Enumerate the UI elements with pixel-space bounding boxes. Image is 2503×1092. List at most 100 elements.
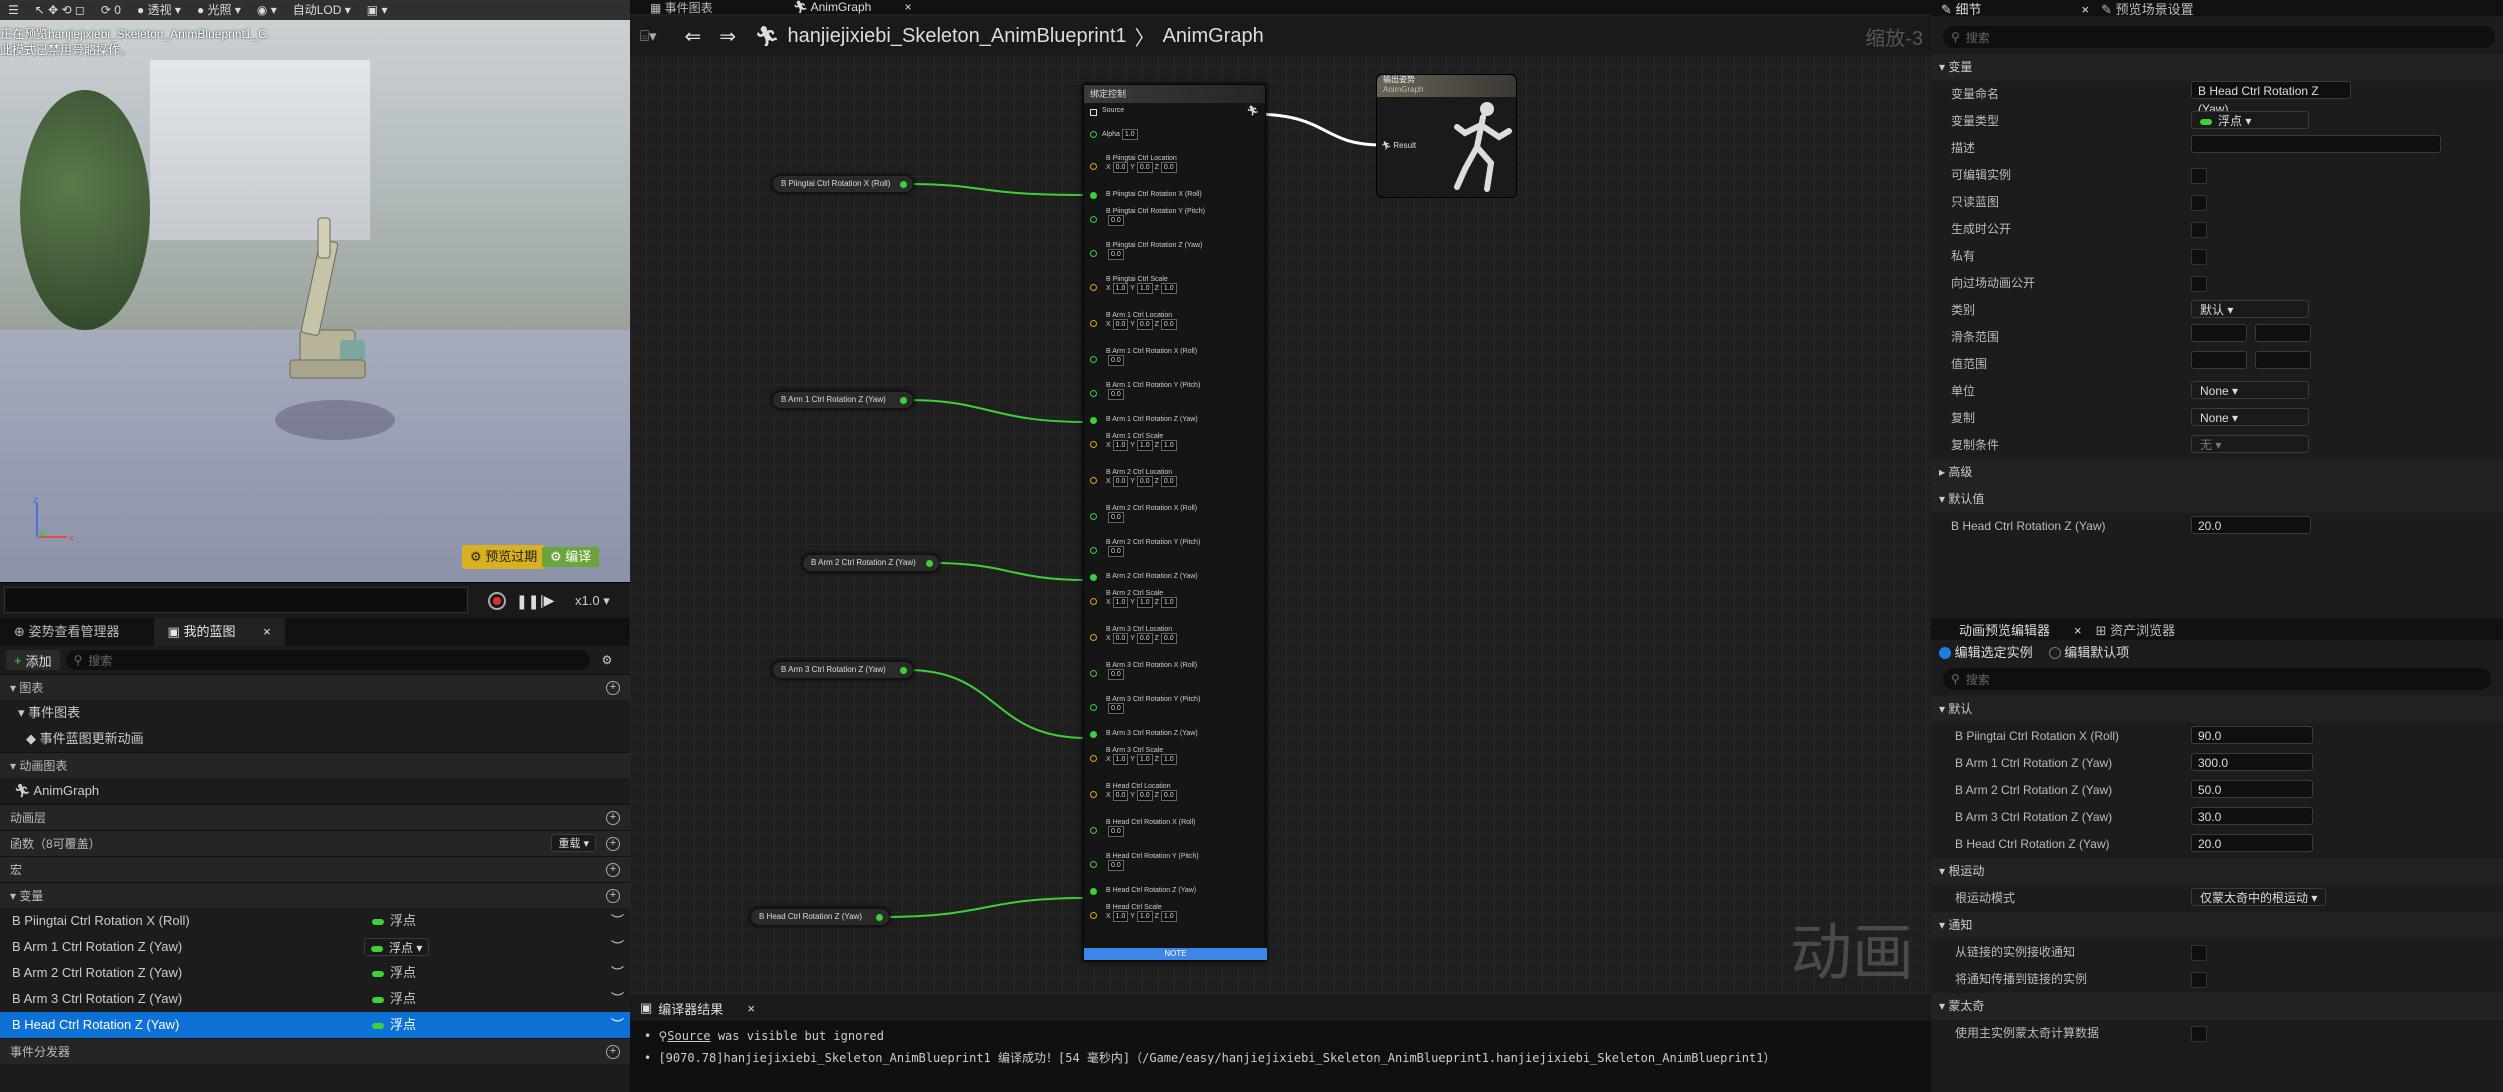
control-pin-values[interactable]: X 0.0 Y 0.0 Z 0.0	[1106, 162, 1267, 173]
show-button[interactable]: ◉ ▾	[249, 0, 285, 20]
compile-button[interactable]: ⚙ 编译	[542, 547, 600, 567]
control-pin-values[interactable]: X 1.0 Y 1.0 Z 1.0	[1106, 440, 1267, 451]
variable-row-selected[interactable]: B Head Ctrl Rotation Z (Yaw) 浮点 ︶	[0, 1012, 630, 1038]
section-default[interactable]: ▾ 默认	[1931, 696, 2503, 723]
range-input[interactable]	[2191, 324, 2247, 342]
pause-icon[interactable]: ❚❚	[516, 593, 539, 610]
detail-checkbox[interactable]	[2191, 167, 2207, 184]
eye-icon[interactable]: ︶	[611, 1012, 624, 1038]
section-anim-layers[interactable]: 动画层 +	[0, 804, 630, 830]
viewport-menu-icon[interactable]: ☰	[0, 0, 27, 20]
eye-icon[interactable]: ︶	[611, 934, 624, 960]
control-pin-values[interactable]: 0.0	[1106, 860, 1267, 871]
control-pin-values[interactable]: 0.0	[1106, 703, 1267, 714]
control-pin-row[interactable]: B Arm 2 Ctrl Rotation Y (Pitch) 0.0	[1084, 539, 1267, 557]
add-function-icon[interactable]: +	[606, 837, 620, 851]
result-pin-row[interactable]: 🏃︎ Result	[1381, 141, 1416, 150]
variable-row[interactable]: B Arm 1 Ctrl Rotation Z (Yaw) 浮点 ▾ ︶	[0, 934, 630, 960]
add-macro-icon[interactable]: +	[606, 863, 620, 877]
var-node-arm2-yaw[interactable]: B Arm 2 Ctrl Rotation Z (Yaw)	[802, 554, 940, 572]
variable-type-dropdown[interactable]: 浮点 ▾	[364, 938, 430, 956]
section-anim-graphs[interactable]: ▾ 动画图表	[0, 752, 630, 778]
lighting-button[interactable]: ● 光照 ▾	[189, 0, 249, 20]
output-pin[interactable]	[876, 914, 883, 921]
details-search-input[interactable]: ⚲ 搜索	[1943, 26, 2495, 48]
control-pin-row[interactable]: B Piingtai Ctrl Location X 0.0 Y 0.0 Z 0.0	[1084, 155, 1267, 173]
input-pin[interactable]	[1090, 861, 1097, 868]
eye-icon[interactable]: ︶	[611, 986, 624, 1012]
control-pin-row[interactable]: B Arm 2 Ctrl Location X 0.0 Y 0.0 Z 0.0	[1084, 469, 1267, 487]
control-pin-row[interactable]: B Piingtai Ctrl Scale X 1.0 Y 1.0 Z 1.0	[1084, 276, 1267, 294]
control-pin-row[interactable]: B Arm 1 Ctrl Rotation Z (Yaw)	[1084, 416, 1267, 424]
range-input[interactable]	[2255, 324, 2311, 342]
control-pin-row[interactable]: B Piingtai Ctrl Rotation Y (Pitch) 0.0	[1084, 208, 1267, 226]
control-pin-values[interactable]: 0.0	[1106, 546, 1267, 557]
input-pin[interactable]	[1090, 441, 1097, 448]
preview-value-input[interactable]: 90.0	[2191, 726, 2313, 744]
control-pin-values[interactable]: 0.0	[1106, 826, 1267, 837]
snap-icon[interactable]: ⟳ 0	[93, 0, 129, 20]
control-pin-values[interactable]: X 0.0 Y 0.0 Z 0.0	[1106, 790, 1267, 801]
search-input[interactable]: ⚲ 搜索	[65, 650, 590, 670]
alpha-pin[interactable]	[1090, 131, 1097, 138]
override-dropdown[interactable]: 重载 ▾	[551, 834, 596, 852]
var-node-piingtai-roll[interactable]: B Piingtai Ctrl Rotation X (Roll)	[772, 175, 914, 193]
section-macros[interactable]: 宏 +	[0, 856, 630, 882]
control-pin-values[interactable]: X 1.0 Y 1.0 Z 1.0	[1106, 283, 1267, 294]
control-pin-row[interactable]: B Head Ctrl Scale X 1.0 Y 1.0 Z 1.0	[1084, 904, 1267, 922]
lod-button[interactable]: 自动LOD ▾	[285, 0, 359, 20]
notify-checkbox[interactable]	[2191, 944, 2207, 961]
input-pin[interactable]	[1090, 755, 1097, 762]
output-pin[interactable]	[900, 397, 907, 404]
input-pin[interactable]	[1090, 513, 1097, 520]
input-pin[interactable]	[1090, 670, 1097, 677]
range-input[interactable]	[2255, 351, 2311, 369]
input-pin[interactable]	[1090, 477, 1097, 484]
input-pin[interactable]	[1090, 250, 1097, 257]
preview-value-input[interactable]: 30.0	[2191, 807, 2313, 825]
input-pin[interactable]	[1090, 356, 1097, 363]
control-pin-row[interactable]: B Head Ctrl Rotation Z (Yaw)	[1084, 887, 1267, 895]
range-input[interactable]	[2191, 351, 2247, 369]
section-notify[interactable]: ▾ 通知	[1931, 912, 2503, 939]
detail-text-input[interactable]: B Head Ctrl Rotation Z (Yaw)	[2191, 81, 2351, 116]
control-pin-values[interactable]: 0.0	[1106, 669, 1267, 680]
root-motion-dropdown[interactable]: 仅蒙太奇中的根运动 ▾	[2191, 888, 2327, 906]
input-pin[interactable]	[1090, 912, 1097, 919]
control-pin-row[interactable]: B Piingtai Ctrl Rotation X (Roll)	[1084, 191, 1267, 199]
eye-icon[interactable]: ︶	[611, 908, 624, 934]
anim-graph-item[interactable]: 🏃︎ AnimGraph	[0, 778, 630, 804]
close-icon[interactable]: ×	[747, 1001, 755, 1016]
add-graph-icon[interactable]: +	[606, 681, 620, 695]
event-update-item[interactable]: ◆ 事件蓝图更新动画	[0, 726, 630, 752]
alpha-pin-row[interactable]: Alpha 1.0	[1084, 129, 1267, 140]
control-pin-values[interactable]: X 1.0 Y 1.0 Z 1.0	[1106, 597, 1267, 608]
section-variable[interactable]: ▾ 变量	[1931, 54, 2503, 81]
control-pin-row[interactable]: B Arm 1 Ctrl Rotation X (Roll) 0.0	[1084, 348, 1267, 366]
add-variable-icon[interactable]: +	[606, 889, 620, 903]
variable-row[interactable]: B Arm 2 Ctrl Rotation Z (Yaw) 浮点 ︶	[0, 960, 630, 986]
settings-gear-icon[interactable]: ⚙	[602, 653, 613, 667]
control-pin-values[interactable]: 0.0	[1106, 355, 1267, 366]
control-pin-row[interactable]: B Arm 1 Ctrl Scale X 1.0 Y 1.0 Z 1.0	[1084, 433, 1267, 451]
detail-dropdown[interactable]: 无 ▾	[2191, 435, 2309, 453]
control-pin-row[interactable]: B Head Ctrl Rotation Y (Pitch) 0.0	[1084, 853, 1267, 871]
display-button[interactable]: ▣ ▾	[359, 0, 396, 20]
viewport[interactable]: ☰ ↖ ✥ ⟲ ◻ ⟳ 0 ● 透视 ▾ ● 光照 ▾ ◉ ▾ 自动LOD ▾ …	[0, 0, 630, 582]
detail-checkbox[interactable]	[2191, 194, 2207, 211]
input-pin[interactable]	[1090, 888, 1097, 895]
input-pin[interactable]	[1090, 704, 1097, 711]
node-note-bar[interactable]: NOTE	[1084, 948, 1267, 960]
preview-value-input[interactable]: 20.0	[2191, 834, 2313, 852]
output-pin[interactable]	[900, 667, 907, 674]
section-dispatchers[interactable]: 事件分发器 +	[0, 1038, 630, 1064]
section-functions[interactable]: 函数（8可覆盖） 重载 ▾ +	[0, 830, 630, 856]
var-node-head-yaw[interactable]: B Head Ctrl Rotation Z (Yaw)	[750, 908, 890, 926]
record-button[interactable]	[488, 592, 506, 610]
control-pin-row[interactable]: B Arm 1 Ctrl Location X 0.0 Y 0.0 Z 0.0	[1084, 312, 1267, 330]
control-pin-row[interactable]: B Arm 3 Ctrl Scale X 1.0 Y 1.0 Z 1.0	[1084, 747, 1267, 765]
output-pin[interactable]	[900, 181, 907, 188]
notify-checkbox[interactable]	[2191, 971, 2207, 988]
input-pin[interactable]	[1090, 320, 1097, 327]
control-pin-values[interactable]: X 1.0 Y 1.0 Z 1.0	[1106, 754, 1267, 765]
